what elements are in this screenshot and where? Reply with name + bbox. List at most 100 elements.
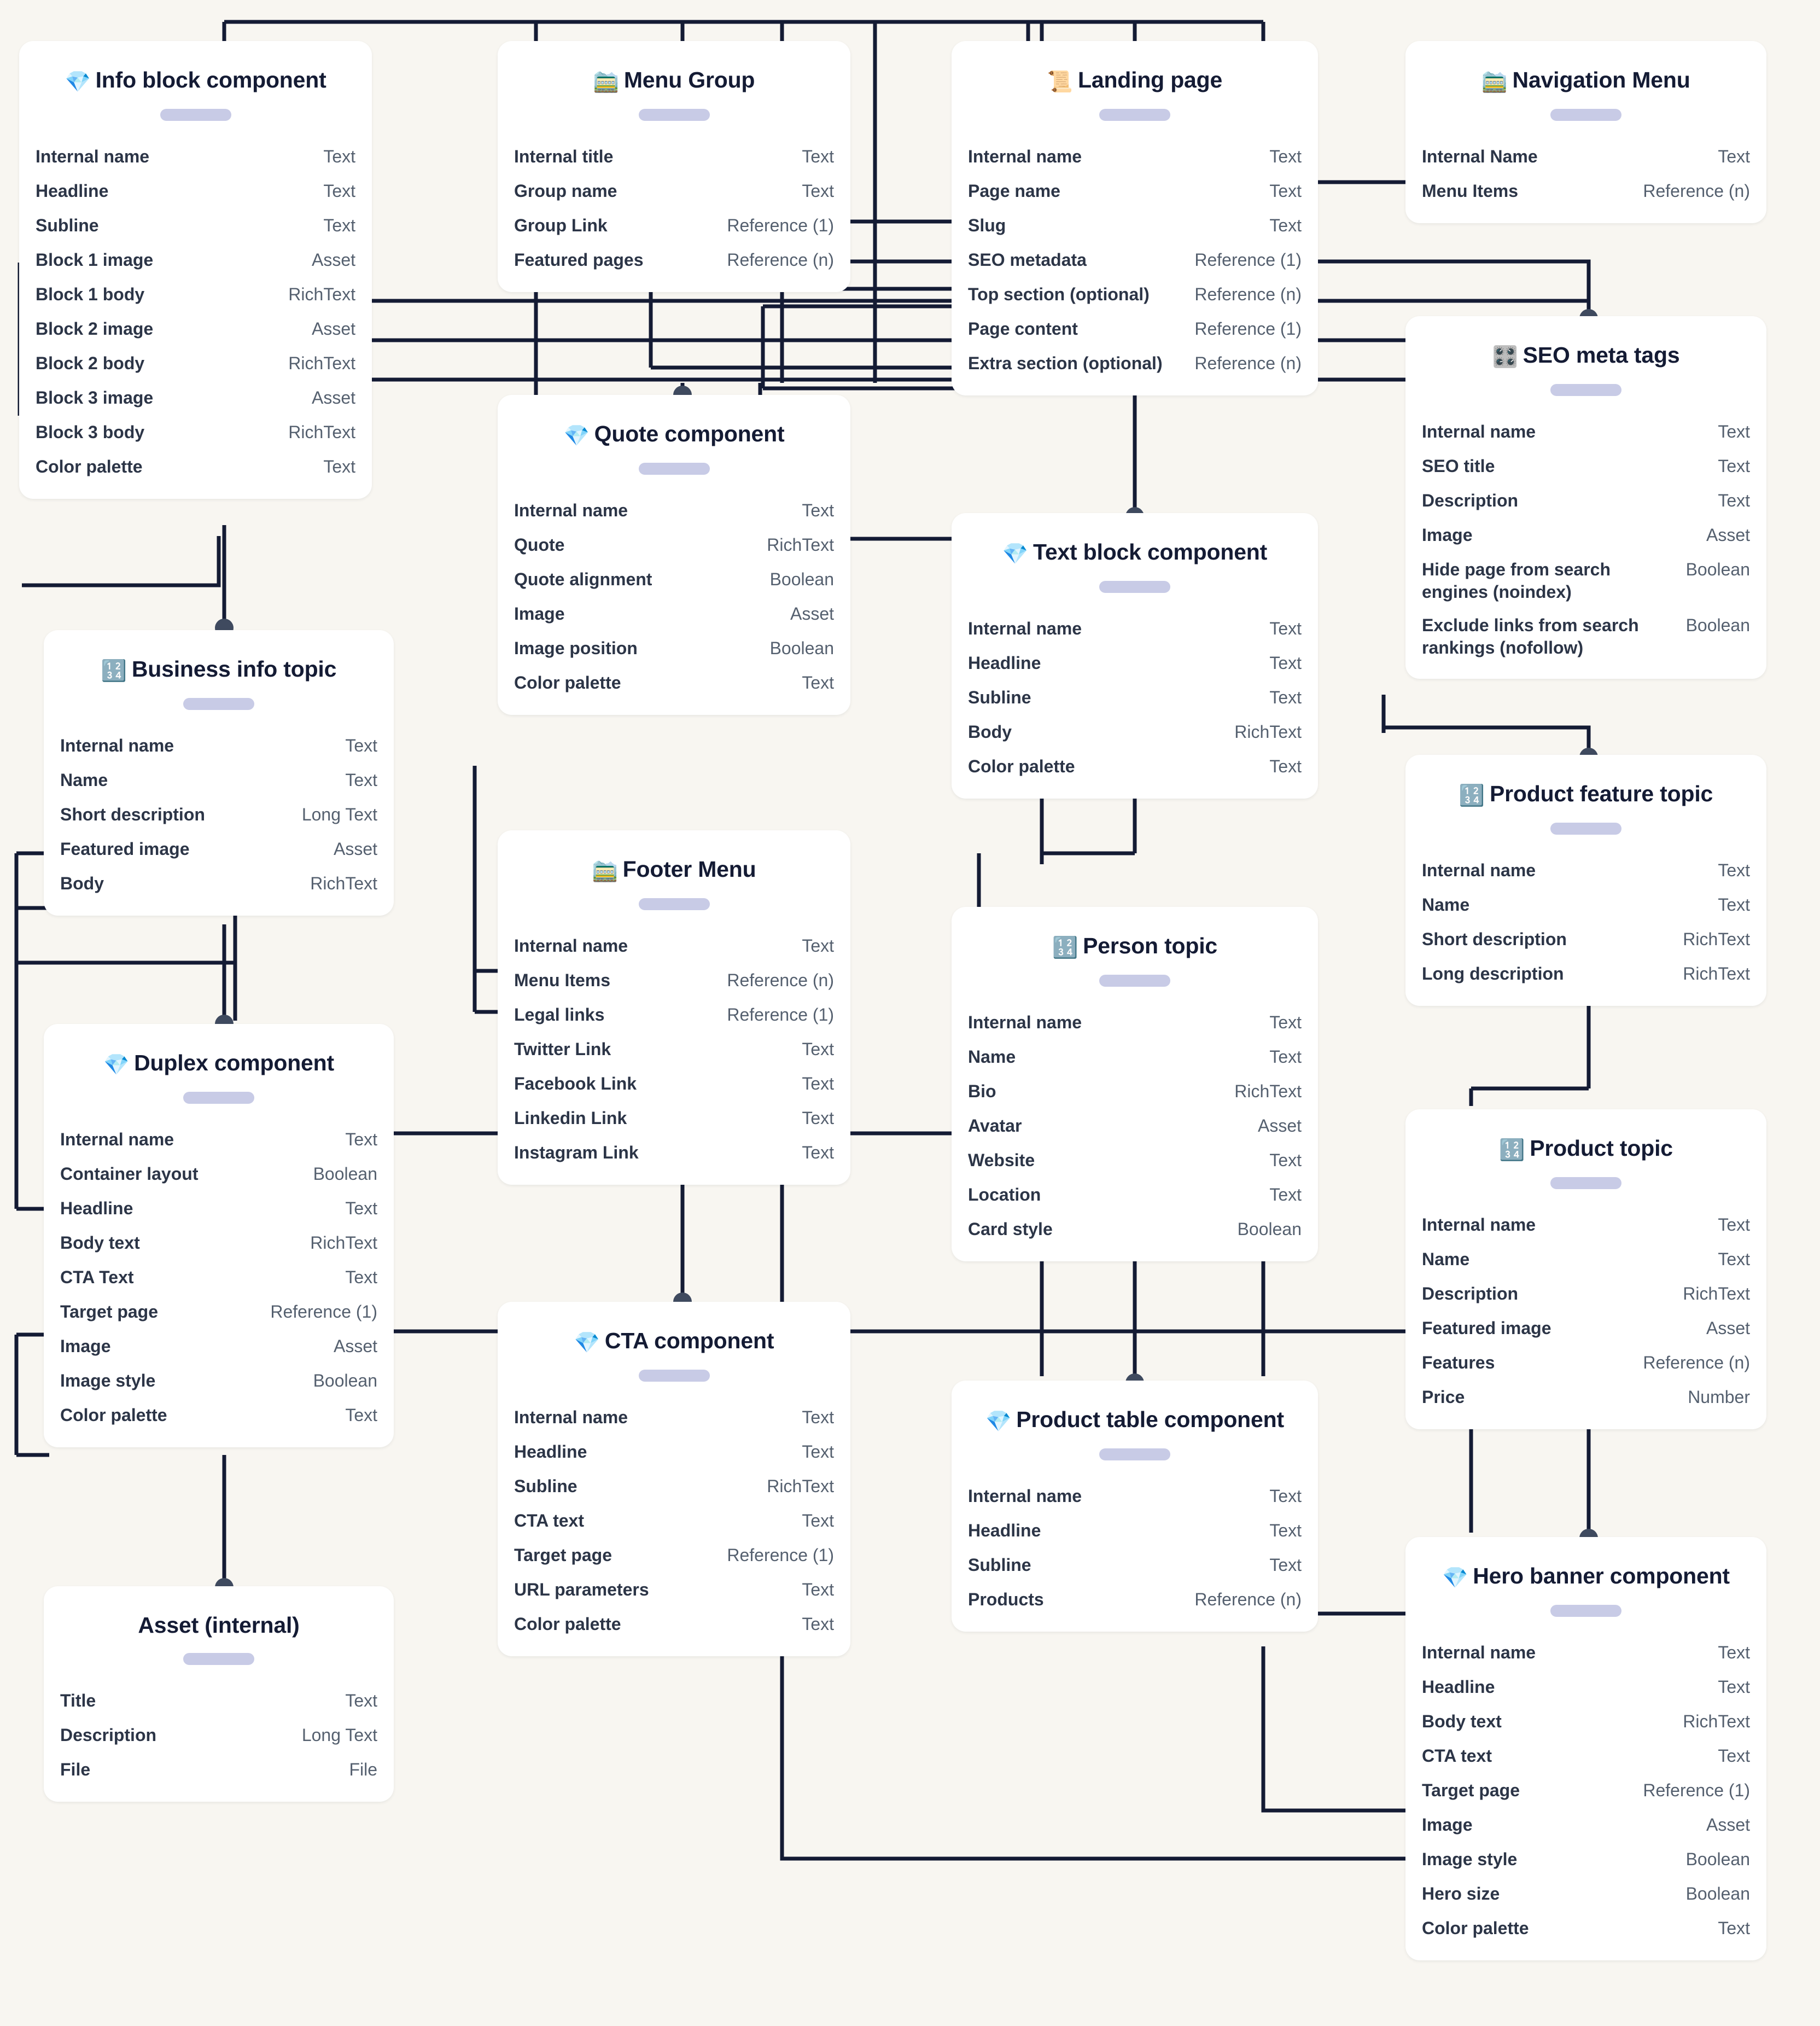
field-row[interactable]: Headline Text	[968, 1514, 1302, 1548]
field-row[interactable]: Internal name Text	[36, 140, 355, 174]
field-row[interactable]: Headline Text	[968, 647, 1302, 681]
field-row[interactable]: Image style Boolean	[60, 1364, 377, 1399]
field-row[interactable]: Title Text	[60, 1684, 377, 1719]
field-row[interactable]: Headline Text	[1422, 1670, 1750, 1705]
field-row[interactable]: Block 1 image Asset	[36, 243, 355, 278]
field-row[interactable]: Extra section (optional) Reference (n)	[968, 347, 1302, 381]
field-row[interactable]: Featured pages Reference (n)	[514, 243, 834, 278]
field-row[interactable]: Internal name Text	[514, 1401, 834, 1435]
entity-card-menu-group[interactable]: 🚞 Menu Group Internal title Text Group name T…	[498, 41, 850, 293]
entity-card-cta-component[interactable]: 💎 CTA component Internal name Text Headline T…	[498, 1302, 850, 1657]
field-row[interactable]: Menu Items Reference (n)	[514, 964, 834, 998]
field-row[interactable]: Name Text	[968, 1040, 1302, 1075]
field-row[interactable]: Avatar Asset	[968, 1109, 1302, 1144]
field-row[interactable]: Card style Boolean	[968, 1213, 1302, 1247]
field-row[interactable]: Name Text	[60, 764, 377, 798]
field-row[interactable]: Twitter Link Text	[514, 1033, 834, 1067]
field-row[interactable]: Instagram Link Text	[514, 1136, 834, 1171]
field-row[interactable]: Name Text	[1422, 888, 1750, 923]
field-row[interactable]: Internal name Text	[968, 612, 1302, 647]
entity-card-product-topic[interactable]: 🔢 Product topic Internal name Text Name Text D…	[1405, 1109, 1766, 1430]
field-row[interactable]: Internal name Text	[1422, 1208, 1750, 1243]
field-row[interactable]: Color palette Text	[36, 450, 355, 485]
entity-card-footer-menu[interactable]: 🚞 Footer Menu Internal name Text Menu Items R…	[498, 830, 850, 1185]
field-row[interactable]: Features Reference (n)	[1422, 1346, 1750, 1381]
field-row[interactable]: Quote alignment Boolean	[514, 563, 834, 597]
field-row[interactable]: Internal name Text	[968, 140, 1302, 174]
field-row[interactable]: Subline RichText	[514, 1470, 834, 1504]
entity-card-product-table-component[interactable]: 💎 Product table component Internal name Tex…	[952, 1381, 1318, 1632]
field-row[interactable]: Image position Boolean	[514, 632, 834, 666]
field-row[interactable]: Page name Text	[968, 174, 1302, 209]
field-row[interactable]: Subline Text	[968, 681, 1302, 715]
field-row[interactable]: Color palette Text	[1422, 1912, 1750, 1946]
field-row[interactable]: Page content Reference (1)	[968, 312, 1302, 347]
entity-card-landing-page[interactable]: 📜 Landing page Internal name Text Page name T…	[952, 41, 1318, 396]
field-row[interactable]: SEO title Text	[1422, 450, 1750, 484]
field-row[interactable]: Featured image Asset	[1422, 1312, 1750, 1346]
field-row[interactable]: CTA Text Text	[60, 1261, 377, 1295]
field-row[interactable]: URL parameters Text	[514, 1573, 834, 1608]
field-row[interactable]: CTA text Text	[1422, 1739, 1750, 1774]
field-row[interactable]: Hide page from search engines (noindex) B…	[1422, 553, 1750, 609]
entity-card-text-block-component[interactable]: 💎 Text block component Internal name Text He…	[952, 513, 1318, 799]
field-row[interactable]: Image Asset	[60, 1330, 377, 1364]
field-row[interactable]: Group name Text	[514, 174, 834, 209]
field-row[interactable]: Image style Boolean	[1422, 1843, 1750, 1877]
field-row[interactable]: Exclude links from search rankings (nofo…	[1422, 609, 1750, 665]
field-row[interactable]: Menu Items Reference (n)	[1422, 174, 1750, 209]
field-row[interactable]: Group Link Reference (1)	[514, 209, 834, 243]
field-row[interactable]: Slug Text	[968, 209, 1302, 243]
field-row[interactable]: Internal name Text	[60, 729, 377, 764]
field-row[interactable]: Quote RichText	[514, 528, 834, 563]
field-row[interactable]: Description Text	[1422, 484, 1750, 519]
entity-card-product-feature-topic[interactable]: 🔢 Product feature topic Internal name Text N…	[1405, 755, 1766, 1006]
field-row[interactable]: Image Asset	[514, 597, 834, 632]
field-row[interactable]: Image Asset	[1422, 519, 1750, 553]
field-row[interactable]: Target page Reference (1)	[60, 1295, 377, 1330]
field-row[interactable]: Linkedin Link Text	[514, 1102, 834, 1136]
field-row[interactable]: File File	[60, 1753, 377, 1788]
field-row[interactable]: Website Text	[968, 1144, 1302, 1178]
field-row[interactable]: Internal title Text	[514, 140, 834, 174]
entity-card-business-info-topic[interactable]: 🔢 Business info topic Internal name Text Nam…	[44, 630, 394, 916]
field-row[interactable]: Products Reference (n)	[968, 1583, 1302, 1617]
field-row[interactable]: Target page Reference (1)	[1422, 1774, 1750, 1808]
field-row[interactable]: Bio RichText	[968, 1075, 1302, 1109]
field-row[interactable]: Description Long Text	[60, 1719, 377, 1753]
field-row[interactable]: Internal name Text	[1422, 415, 1750, 450]
field-row[interactable]: Block 3 image Asset	[36, 381, 355, 416]
entity-card-asset-internal[interactable]: Asset (internal) Title Text Description Long…	[44, 1586, 394, 1802]
entity-card-hero-banner-component[interactable]: 💎 Hero banner component Internal name Text H…	[1405, 1537, 1766, 1961]
field-row[interactable]: Headline Text	[514, 1435, 834, 1470]
entity-card-duplex-component[interactable]: 💎 Duplex component Internal name Text Contai…	[44, 1024, 394, 1448]
field-row[interactable]: Legal links Reference (1)	[514, 998, 834, 1033]
field-row[interactable]: Block 3 body RichText	[36, 416, 355, 450]
field-row[interactable]: Color palette Text	[60, 1399, 377, 1433]
field-row[interactable]: Body text RichText	[1422, 1705, 1750, 1739]
field-row[interactable]: Top section (optional) Reference (n)	[968, 278, 1302, 312]
field-row[interactable]: Headline Text	[60, 1192, 377, 1226]
field-row[interactable]: Image Asset	[1422, 1808, 1750, 1843]
field-row[interactable]: Short description RichText	[1422, 923, 1750, 957]
field-row[interactable]: Container layout Boolean	[60, 1157, 377, 1192]
field-row[interactable]: Internal Name Text	[1422, 140, 1750, 174]
field-row[interactable]: Internal name Text	[968, 1006, 1302, 1040]
field-row[interactable]: Block 1 body RichText	[36, 278, 355, 312]
field-row[interactable]: Subline Text	[36, 209, 355, 243]
field-row[interactable]: Short description Long Text	[60, 798, 377, 832]
field-row[interactable]: Internal name Text	[514, 929, 834, 964]
field-row[interactable]: Name Text	[1422, 1243, 1750, 1277]
field-row[interactable]: SEO metadata Reference (1)	[968, 243, 1302, 278]
field-row[interactable]: Hero size Boolean	[1422, 1877, 1750, 1912]
field-row[interactable]: Internal name Text	[60, 1123, 377, 1157]
entity-card-quote-component[interactable]: 💎 Quote component Internal name Text Quote Ri…	[498, 395, 850, 715]
field-row[interactable]: Target page Reference (1)	[514, 1539, 834, 1573]
field-row[interactable]: Color palette Text	[514, 666, 834, 701]
field-row[interactable]: Description RichText	[1422, 1277, 1750, 1312]
field-row[interactable]: Color palette Text	[514, 1608, 834, 1642]
field-row[interactable]: Color palette Text	[968, 750, 1302, 784]
field-row[interactable]: Facebook Link Text	[514, 1067, 834, 1102]
field-row[interactable]: Price Number	[1422, 1381, 1750, 1415]
field-row[interactable]: Body RichText	[968, 715, 1302, 750]
